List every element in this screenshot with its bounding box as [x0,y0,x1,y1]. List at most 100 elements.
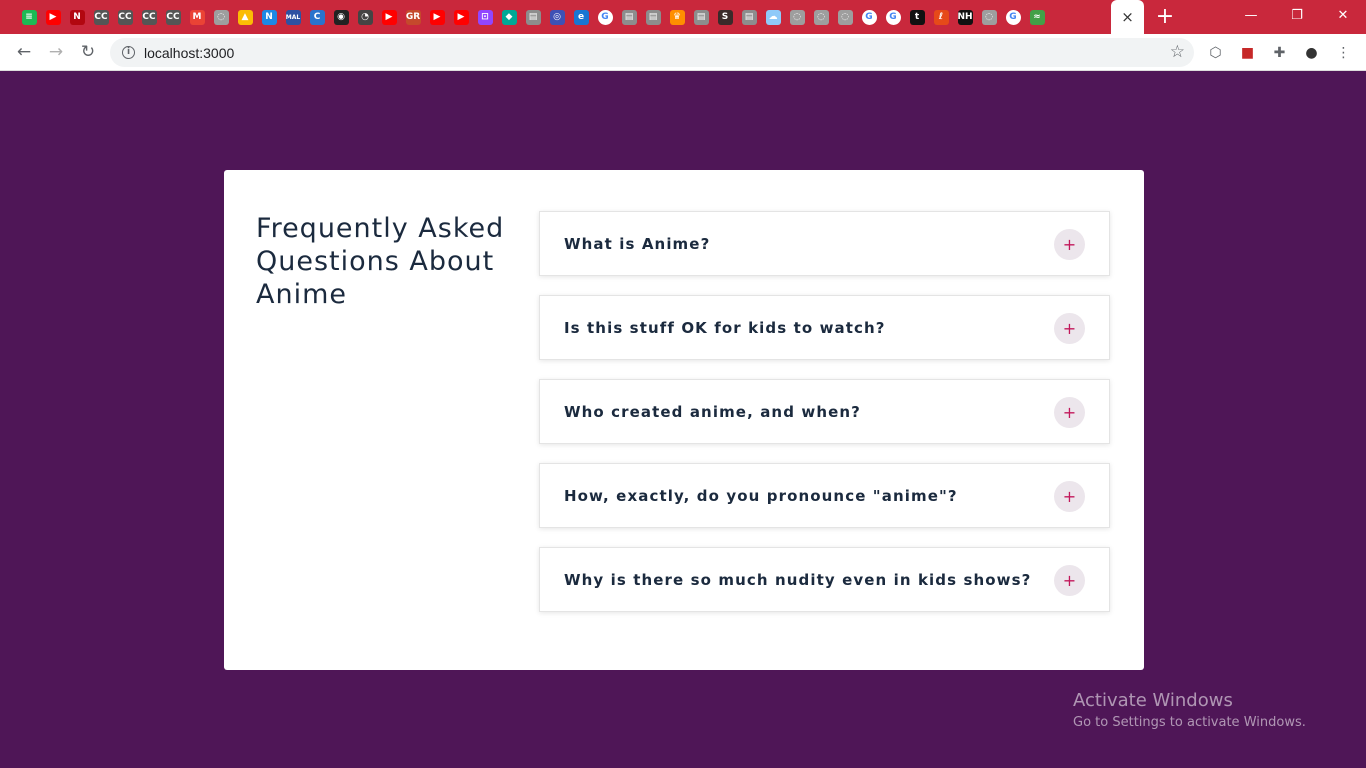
bookmark-shortcut[interactable]: ▤ [521,0,545,34]
plus-icon[interactable]: + [1054,229,1085,260]
forward-button[interactable]: → [43,39,69,65]
bookmark-shortcut[interactable]: ℓ [929,0,953,34]
bookmark-shortcut[interactable]: ▶ [449,0,473,34]
bookmark-shortcut[interactable]: ▤ [617,0,641,34]
bookmark-shortcut[interactable]: NH [953,0,977,34]
faq-question[interactable]: Is this stuff OK for kids to watch? [564,296,886,361]
manga-icon: ▤ [525,9,541,25]
faq-question[interactable]: Why is there so much nudity even in kids… [564,548,1031,613]
faq-question[interactable]: How, exactly, do you pronounce "anime"? [564,464,958,529]
hexagon-extension-icon[interactable]: ⬡ [1206,43,1225,62]
bookmark-shortcut[interactable]: ▤ [641,0,665,34]
browser-tab-strip: ≡ ▶ N CC CC CC CC M ◌ ▲ N MAL C ◉ ◔ ▶ GR ▶ ▶ ⊡ ◆ ▤ ◎ e G ▤ ▤ ♛ ▤ S ▤ ☁ ◌… [0,0,1366,34]
red-extension-icon[interactable]: ■ [1238,43,1257,62]
bookmark-shortcut[interactable]: ◌ [833,0,857,34]
google-icon: G [1005,9,1021,25]
new-tab-button[interactable]: + [1153,5,1177,29]
cc-icon: CC [117,9,133,25]
google-icon: G [597,9,613,25]
plus-icon[interactable]: + [1054,397,1085,428]
coursera-icon: C [309,9,325,25]
puzzle-extensions-icon[interactable]: ✚ [1270,43,1289,62]
bookmark-shortcut[interactable]: ▶ [377,0,401,34]
manga-icon: ▤ [621,9,637,25]
bookmark-shortcut[interactable]: G [857,0,881,34]
google-drive-icon: ▲ [237,9,253,25]
bookmark-shortcut[interactable]: ◔ [353,0,377,34]
bookmark-shortcut[interactable]: ◌ [977,0,1001,34]
bookmark-shortcut[interactable]: CC [137,0,161,34]
faq-item[interactable]: Is this stuff OK for kids to watch? + [539,295,1110,360]
active-tab[interactable]: × [1111,0,1144,34]
cc-icon: CC [165,9,181,25]
youtube-icon: ▶ [381,9,397,25]
watermark-subtitle: Go to Settings to activate Windows. [1073,715,1306,730]
bookmark-shortcut[interactable]: e [569,0,593,34]
reload-button[interactable]: ↻ [75,39,101,65]
diamond-icon: ◆ [501,9,517,25]
youtube-icon: ▶ [45,9,61,25]
bookmark-shortcut[interactable]: G [593,0,617,34]
bookmark-shortcut[interactable]: MAL [281,0,305,34]
bookmark-shortcut[interactable]: ◌ [785,0,809,34]
restore-button[interactable]: ❐ [1274,0,1320,30]
bookmark-shortcut[interactable]: ⊡ [473,0,497,34]
bookmark-shortcut[interactable]: N [65,0,89,34]
back-button[interactable]: ← [11,39,37,65]
url-text[interactable]: localhost:3000 [144,45,234,61]
close-window-button[interactable]: ✕ [1320,0,1366,30]
faq-item[interactable]: What is Anime? + [539,211,1110,276]
kebab-menu-icon[interactable]: ⋮ [1334,43,1353,62]
twitch-icon: ⊡ [477,9,493,25]
bookmark-shortcut[interactable]: ◉ [329,0,353,34]
youtube-icon: ▶ [453,9,469,25]
bookmark-shortcut[interactable]: ▲ [233,0,257,34]
faq-item[interactable]: Who created anime, and when? + [539,379,1110,444]
bookmark-shortcut[interactable]: ▶ [425,0,449,34]
bookmark-shortcut[interactable]: G [881,0,905,34]
bookmark-shortcut[interactable]: GR [401,0,425,34]
bookmark-shortcut[interactable]: ♛ [665,0,689,34]
bookmark-shortcut[interactable]: ◆ [497,0,521,34]
bookmark-shortcut[interactable]: ▤ [689,0,713,34]
bookmark-shortcut[interactable]: C [305,0,329,34]
bookmark-shortcut[interactable]: S [713,0,737,34]
bookmark-shortcut[interactable]: ≡ [17,0,41,34]
bookmark-shortcut[interactable]: CC [113,0,137,34]
plus-icon[interactable]: + [1054,481,1085,512]
nh-icon: NH [957,9,973,25]
comic-icon: S [717,9,733,25]
bookmark-shortcut[interactable]: CC [89,0,113,34]
close-tab-icon[interactable]: × [1121,8,1134,26]
cc-icon: CC [141,9,157,25]
bookmark-star-icon[interactable]: ☆ [1170,42,1185,62]
faq-question[interactable]: What is Anime? [564,212,710,277]
bookmark-shortcut[interactable]: M [185,0,209,34]
plus-icon[interactable]: + [1054,313,1085,344]
bookmark-shortcut[interactable]: CC [161,0,185,34]
bookmark-shortcut[interactable]: ◌ [209,0,233,34]
bookmark-shortcut[interactable]: t [905,0,929,34]
plus-icon[interactable]: + [1054,565,1085,596]
bookmark-shortcut[interactable]: ☁ [761,0,785,34]
profile-avatar-icon[interactable]: ● [1302,43,1321,62]
minimize-button[interactable]: — [1228,0,1274,30]
browser-toolbar: ← → ↻ i localhost:3000 ☆ ⬡ ■ ✚ ● ⋮ [0,34,1366,71]
bookmark-shortcut[interactable]: G [1001,0,1025,34]
address-bar[interactable]: i localhost:3000 ☆ [110,38,1194,67]
bookmark-shortcut[interactable]: ◎ [545,0,569,34]
bookmark-shortcut[interactable]: ▶ [41,0,65,34]
faq-item[interactable]: Why is there so much nudity even in kids… [539,547,1110,612]
bookmark-shortcut[interactable]: ▤ [737,0,761,34]
bookmark-shortcut[interactable]: ≈ [1025,0,1049,34]
speedometer-icon: ◔ [357,9,373,25]
wifi-icon: ◎ [549,9,565,25]
myanimelist-icon: MAL [285,9,301,25]
watermark-title: Activate Windows [1073,690,1233,711]
faq-item[interactable]: How, exactly, do you pronounce "anime"? … [539,463,1110,528]
netflix-icon: N [69,9,85,25]
site-info-icon[interactable]: i [122,46,135,59]
bookmark-shortcut[interactable]: N [257,0,281,34]
faq-question[interactable]: Who created anime, and when? [564,380,861,445]
bookmark-shortcut[interactable]: ◌ [809,0,833,34]
